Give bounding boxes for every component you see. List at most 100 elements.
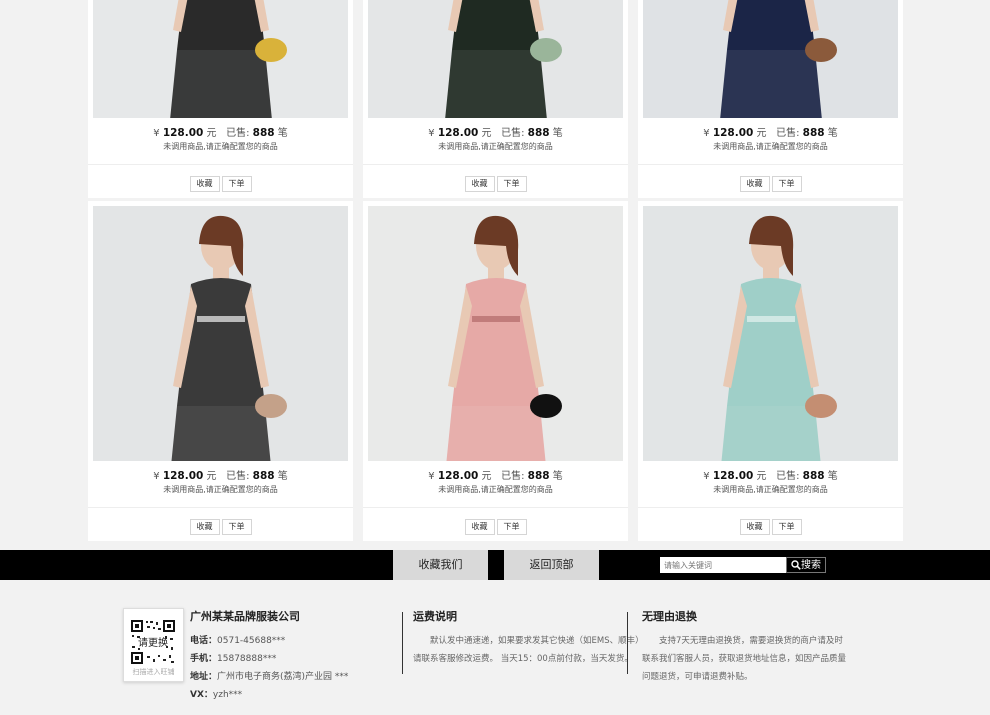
- footer-divider: [402, 612, 403, 674]
- price-line: ¥ 128.00 元 已售: 888 笔: [88, 467, 353, 482]
- shipping-title: 运费说明: [413, 610, 457, 623]
- price-unit: 元: [481, 128, 492, 139]
- favorite-button[interactable]: 收藏: [189, 519, 220, 535]
- search-icon: [791, 560, 801, 570]
- company-info: 广州某某品牌服装公司 电话：0571-45688*** 手机：15878888*…: [190, 608, 348, 704]
- card-actions: 收藏 下单: [88, 514, 353, 535]
- sold-label: 已售:: [776, 128, 800, 139]
- card-actions: 收藏 下单: [363, 171, 628, 192]
- currency-symbol: ¥: [153, 128, 160, 139]
- product-card[interactable]: ¥ 128.00 元 已售: 888 笔未调用商品,请正确配置您的商品 收藏 下单: [88, 0, 353, 198]
- favorite-button[interactable]: 收藏: [739, 519, 770, 535]
- price-unit: 元: [206, 128, 217, 139]
- sold-unit: 笔: [552, 471, 563, 482]
- price-line: ¥ 128.00 元 已售: 888 笔: [638, 467, 903, 482]
- price-value: 128.00: [162, 127, 204, 139]
- currency-symbol: ¥: [703, 128, 710, 139]
- price-line: ¥ 128.00 元 已售: 888 笔: [363, 124, 628, 139]
- address-label: 地址：: [190, 672, 218, 682]
- shipping-text: 默认发中通速递，如果要求发其它快递（如EMS、顺丰）请联系客服修改运费。 当天1…: [413, 636, 640, 664]
- returns-text: 支持7天无理由退换货，需要退换货的商户请及时联系我们客服人员，获取退货地址信息，…: [642, 636, 847, 682]
- search-button-label: 搜索: [801, 560, 821, 571]
- sold-count: 888: [527, 127, 550, 139]
- sold-label: 已售:: [501, 128, 525, 139]
- mobile-label: 手机：: [190, 654, 218, 664]
- price-line: ¥ 128.00 元 已售: 888 笔: [88, 124, 353, 139]
- price-value: 128.00: [437, 470, 479, 482]
- product-photo[interactable]: [643, 206, 898, 461]
- product-photo[interactable]: [368, 0, 623, 118]
- price-value: 128.00: [437, 127, 479, 139]
- company-name: 广州某某品牌服装公司: [190, 610, 300, 623]
- favorite-button[interactable]: 收藏: [189, 176, 220, 192]
- product-photo[interactable]: [93, 0, 348, 118]
- mobile-value: 15878888***: [217, 654, 277, 664]
- order-button[interactable]: 下单: [496, 176, 527, 192]
- favorite-button[interactable]: 收藏: [464, 176, 495, 192]
- favorite-button[interactable]: 收藏: [739, 176, 770, 192]
- order-button[interactable]: 下单: [771, 519, 802, 535]
- sold-count: 888: [527, 470, 550, 482]
- product-description: 未调用商品,请正确配置您的商品: [713, 142, 828, 151]
- footer-nav-bar: 收藏我们 返回顶部 搜索: [0, 550, 990, 580]
- sold-count: 888: [802, 127, 825, 139]
- card-divider: [363, 164, 628, 165]
- product-description: 未调用商品,请正确配置您的商品: [713, 485, 828, 494]
- sold-label: 已售:: [226, 471, 250, 482]
- sold-label: 已售:: [776, 471, 800, 482]
- card-divider: [88, 507, 353, 508]
- card-divider: [638, 507, 903, 508]
- product-description: 未调用商品,请正确配置您的商品: [438, 142, 553, 151]
- price-line: ¥ 128.00 元 已售: 888 笔: [363, 467, 628, 482]
- product-card[interactable]: ¥ 128.00 元 已售: 888 笔未调用商品,请正确配置您的商品收藏 下单: [638, 0, 903, 198]
- sold-count: 888: [802, 470, 825, 482]
- shipping-section: 运费说明 默认发中通速递，如果要求发其它快递（如EMS、顺丰）请联系客服修改运费…: [413, 608, 643, 668]
- product-card[interactable]: ¥ 128.00 元 已售: 888 笔未调用商品,请正确配置您的商品收藏 下单: [638, 201, 903, 541]
- product-card[interactable]: ¥ 128.00 元 已售: 888 笔未调用商品,请正确配置您的商品收藏 下单: [363, 0, 628, 198]
- qr-code-card: 请更换 扫描进入旺铺: [123, 608, 184, 682]
- phone-value: 0571-45688***: [217, 636, 286, 646]
- price-value: 128.00: [162, 470, 204, 482]
- vx-value: yzh***: [212, 690, 243, 700]
- card-actions: 收藏 下单: [88, 171, 353, 192]
- search-input[interactable]: [660, 557, 786, 573]
- price-unit: 元: [481, 471, 492, 482]
- address-value: 广州市电子商务(荔湾)产业园 ***: [217, 672, 349, 682]
- card-actions: 收藏 下单: [638, 171, 903, 192]
- favorite-us-button[interactable]: 收藏我们: [393, 550, 488, 580]
- card-actions: 收藏 下单: [363, 514, 628, 535]
- product-card[interactable]: ¥ 128.00 元 已售: 888 笔未调用商品,请正确配置您的商品收藏 下单: [88, 201, 353, 541]
- product-card[interactable]: ¥ 128.00 元 已售: 888 笔未调用商品,请正确配置您的商品收藏 下单: [363, 201, 628, 541]
- product-description: 未调用商品,请正确配置您的商品: [163, 485, 278, 494]
- currency-symbol: ¥: [428, 128, 435, 139]
- qr-code-image: 请更换: [130, 619, 176, 665]
- favorite-button[interactable]: 收藏: [464, 519, 495, 535]
- order-button[interactable]: 下单: [221, 519, 252, 535]
- order-button[interactable]: 下单: [771, 176, 802, 192]
- sold-unit: 笔: [277, 471, 288, 482]
- product-photo[interactable]: [643, 0, 898, 118]
- price-unit: 元: [756, 471, 767, 482]
- search-button[interactable]: 搜索: [786, 557, 826, 573]
- currency-symbol: ¥: [703, 471, 710, 482]
- sold-count: 888: [252, 470, 275, 482]
- sold-label: 已售:: [501, 471, 525, 482]
- price-value: 128.00: [712, 127, 754, 139]
- returns-section: 无理由退换 支持7天无理由退换货，需要退换货的商户请及时联系我们客服人员，获取退…: [642, 608, 847, 686]
- price-unit: 元: [756, 128, 767, 139]
- order-button[interactable]: 下单: [496, 519, 527, 535]
- price-unit: 元: [206, 471, 217, 482]
- footer: 请更换 扫描进入旺铺 广州某某品牌服装公司 电话：0571-45688*** 手…: [0, 580, 990, 715]
- price-value: 128.00: [712, 470, 754, 482]
- footer-divider: [627, 612, 628, 674]
- product-photo[interactable]: [368, 206, 623, 461]
- qr-overlay-text: 请更换: [138, 636, 168, 649]
- returns-title: 无理由退换: [642, 610, 697, 623]
- product-photo[interactable]: [93, 206, 348, 461]
- order-button[interactable]: 下单: [221, 176, 252, 192]
- sold-unit: 笔: [827, 128, 838, 139]
- product-description: 未调用商品,请正确配置您的商品: [438, 485, 553, 494]
- sold-unit: 笔: [552, 128, 563, 139]
- sold-unit: 笔: [827, 471, 838, 482]
- back-to-top-button[interactable]: 返回顶部: [504, 550, 599, 580]
